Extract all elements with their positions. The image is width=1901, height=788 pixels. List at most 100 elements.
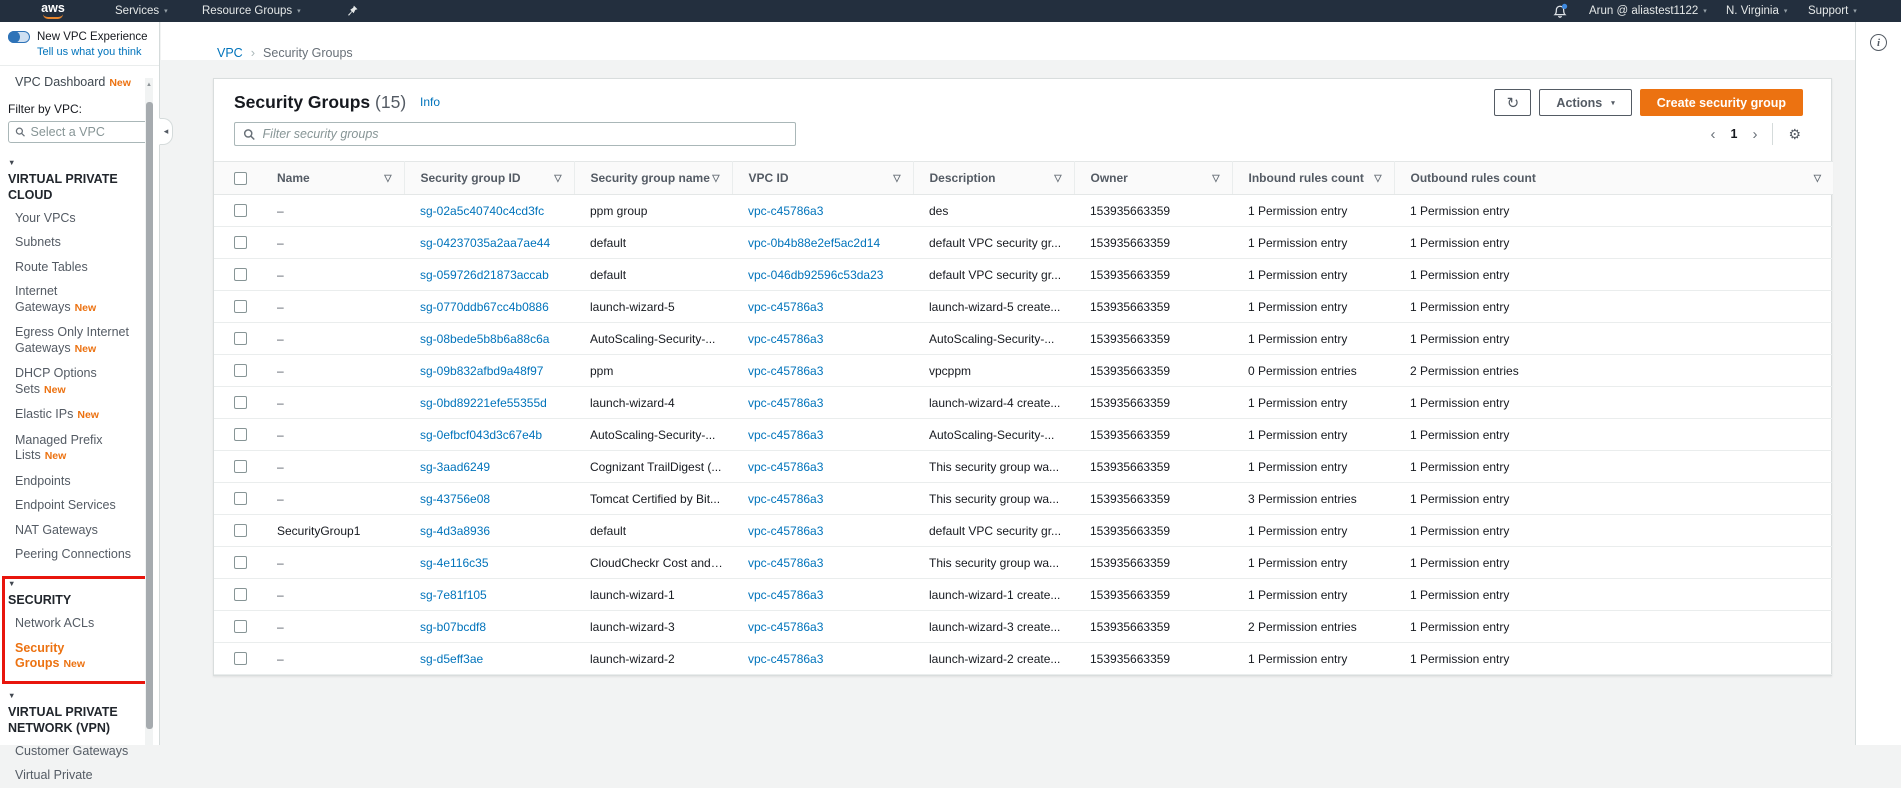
row-checkbox[interactable] bbox=[234, 556, 247, 569]
vpc-id-link[interactable]: vpc-c45786a3 bbox=[748, 460, 823, 474]
sidebar-item-vpc-dashboard[interactable]: VPC DashboardNew bbox=[0, 66, 159, 89]
sg-id-link[interactable]: sg-0bd89221efe55355d bbox=[420, 396, 547, 410]
gear-icon[interactable]: ⚙ bbox=[1788, 126, 1801, 143]
sg-id-link[interactable]: sg-0770ddb67cc4b0886 bbox=[420, 300, 549, 314]
column-header-outbound-rules-count[interactable]: Outbound rules count▽ bbox=[1394, 162, 1833, 195]
row-checkbox[interactable] bbox=[234, 332, 247, 345]
row-checkbox[interactable] bbox=[234, 364, 247, 377]
actions-button[interactable]: Actions ▾ bbox=[1539, 89, 1631, 116]
column-header-description[interactable]: Description▽ bbox=[913, 162, 1074, 195]
sidebar-item-egress-only-internet-gateways[interactable]: Egress Only Internet GatewaysNew bbox=[8, 321, 133, 362]
previous-page-icon[interactable]: ‹ bbox=[1710, 127, 1715, 142]
vpc-id-link[interactable]: vpc-c45786a3 bbox=[748, 588, 823, 602]
sidebar-item-route-tables[interactable]: Route Tables bbox=[8, 255, 133, 280]
sg-id-link[interactable]: sg-43756e08 bbox=[420, 492, 490, 506]
row-checkbox[interactable] bbox=[234, 300, 247, 313]
sg-id-link[interactable]: sg-4d3a8936 bbox=[420, 524, 490, 538]
sg-id-link[interactable]: sg-7e81f105 bbox=[420, 588, 487, 602]
row-checkbox[interactable] bbox=[234, 492, 247, 505]
vpc-id-link[interactable]: vpc-c45786a3 bbox=[748, 204, 823, 218]
nav-support-menu[interactable]: Support ▾ bbox=[1808, 0, 1857, 22]
filter-security-groups-input[interactable] bbox=[263, 127, 787, 141]
vpc-id-link[interactable]: vpc-0b4b88e2ef5ac2d14 bbox=[748, 236, 880, 250]
sg-id-link[interactable]: sg-02a5c40740c4cd3fc bbox=[420, 204, 544, 218]
sidebar-scrollbar[interactable]: ▲ bbox=[145, 78, 153, 745]
sidebar-item-virtual-private[interactable]: Virtual Private bbox=[8, 764, 133, 788]
row-checkbox[interactable] bbox=[234, 620, 247, 633]
sidebar-item-security-groups[interactable]: Security GroupsNew bbox=[8, 636, 133, 677]
create-security-group-button[interactable]: Create security group bbox=[1640, 89, 1803, 116]
filter-icon[interactable]: ▽ bbox=[384, 173, 391, 184]
nav-services-menu[interactable]: Services ▾ bbox=[115, 0, 168, 22]
sg-id-link[interactable]: sg-3aad6249 bbox=[420, 460, 490, 474]
info-link[interactable]: Info bbox=[420, 95, 440, 109]
row-checkbox[interactable] bbox=[234, 524, 247, 537]
sidebar-item-network-acls[interactable]: Network ACLs bbox=[8, 612, 133, 637]
nav-account-menu[interactable]: Arun @ aliastest1122 ▾ bbox=[1589, 0, 1707, 22]
select-all-checkbox[interactable] bbox=[234, 172, 247, 185]
nav-resource-groups-menu[interactable]: Resource Groups ▾ bbox=[202, 0, 301, 22]
notifications-bell[interactable] bbox=[1552, 3, 1570, 20]
section-collapse-caret[interactable]: ▼ bbox=[8, 158, 18, 167]
filter-icon[interactable]: ▽ bbox=[1814, 173, 1821, 184]
vpc-id-link[interactable]: vpc-c45786a3 bbox=[748, 300, 823, 314]
filter-icon[interactable]: ▽ bbox=[1374, 173, 1381, 184]
aws-logo[interactable]: aws bbox=[38, 2, 68, 19]
sidebar-item-nat-gateways[interactable]: NAT Gateways bbox=[8, 518, 133, 543]
sg-id-link[interactable]: sg-059726d21873accab bbox=[420, 268, 549, 282]
sidebar-item-your-vpcs[interactable]: Your VPCs bbox=[8, 206, 133, 231]
vpc-id-link[interactable]: vpc-c45786a3 bbox=[748, 556, 823, 570]
sidebar-item-subnets[interactable]: Subnets bbox=[8, 231, 133, 256]
row-checkbox[interactable] bbox=[234, 588, 247, 601]
vpc-id-link[interactable]: vpc-046db92596c53da23 bbox=[748, 268, 883, 282]
column-header-inbound-rules-count[interactable]: Inbound rules count▽ bbox=[1232, 162, 1394, 195]
current-page[interactable]: 1 bbox=[1730, 127, 1737, 141]
sg-id-link[interactable]: sg-08bede5b8b6a88c6a bbox=[420, 332, 549, 346]
vpc-id-link[interactable]: vpc-c45786a3 bbox=[748, 524, 823, 538]
next-page-icon[interactable]: › bbox=[1752, 127, 1757, 142]
section-collapse-caret[interactable]: ▼ bbox=[8, 579, 18, 588]
vpc-id-link[interactable]: vpc-c45786a3 bbox=[748, 428, 823, 442]
sidebar-item-dhcp-options-sets[interactable]: DHCP Options SetsNew bbox=[8, 362, 133, 403]
sg-id-link[interactable]: sg-09b832afbd9a48f97 bbox=[420, 364, 543, 378]
filter-icon[interactable]: ▽ bbox=[554, 173, 561, 184]
sidebar-item-customer-gateways[interactable]: Customer Gateways bbox=[8, 739, 133, 764]
sidebar-item-endpoints[interactable]: Endpoints bbox=[8, 469, 133, 494]
column-header-vpc-id[interactable]: VPC ID▽ bbox=[732, 162, 913, 195]
column-header-owner[interactable]: Owner▽ bbox=[1074, 162, 1232, 195]
row-checkbox[interactable] bbox=[234, 204, 247, 217]
nav-region-menu[interactable]: N. Virginia ▾ bbox=[1726, 0, 1787, 22]
scroll-up-icon[interactable]: ▲ bbox=[145, 82, 153, 88]
vpc-id-link[interactable]: vpc-c45786a3 bbox=[748, 396, 823, 410]
sidebar-item-internet-gateways[interactable]: Internet GatewaysNew bbox=[8, 280, 133, 321]
breadcrumb-vpc-link[interactable]: VPC bbox=[217, 46, 243, 60]
row-checkbox[interactable] bbox=[234, 460, 247, 473]
sidebar-collapse-toggle[interactable]: ◂ bbox=[159, 118, 173, 145]
row-checkbox[interactable] bbox=[234, 652, 247, 665]
sidebar-item-elastic-ips[interactable]: Elastic IPsNew bbox=[8, 403, 133, 429]
sg-id-link[interactable]: sg-d5eff3ae bbox=[420, 652, 483, 666]
row-checkbox[interactable] bbox=[234, 428, 247, 441]
nav-pin-shortcut[interactable] bbox=[347, 0, 358, 22]
sidebar-item-endpoint-services[interactable]: Endpoint Services bbox=[8, 494, 133, 519]
row-checkbox[interactable] bbox=[234, 236, 247, 249]
help-panel-toggle[interactable]: i bbox=[1870, 34, 1887, 51]
sidebar-item-peering-connections[interactable]: Peering Connections bbox=[8, 543, 133, 568]
filter-icon[interactable]: ▽ bbox=[1054, 173, 1061, 184]
filter-icon[interactable]: ▽ bbox=[893, 173, 900, 184]
vpc-id-link[interactable]: vpc-c45786a3 bbox=[748, 652, 823, 666]
vpc-id-link[interactable]: vpc-c45786a3 bbox=[748, 620, 823, 634]
scrollbar-thumb[interactable] bbox=[146, 102, 153, 729]
section-collapse-caret[interactable]: ▼ bbox=[8, 691, 18, 700]
sg-id-link[interactable]: sg-0efbcf043d3c67e4b bbox=[420, 428, 542, 442]
filter-icon[interactable]: ▽ bbox=[1212, 173, 1219, 184]
row-checkbox[interactable] bbox=[234, 396, 247, 409]
sg-id-link[interactable]: sg-b07bcdf8 bbox=[420, 620, 486, 634]
row-checkbox[interactable] bbox=[234, 268, 247, 281]
vpc-select-field[interactable] bbox=[31, 125, 144, 139]
column-header-name[interactable]: Name▽ bbox=[261, 162, 404, 195]
vpc-id-link[interactable]: vpc-c45786a3 bbox=[748, 364, 823, 378]
experience-feedback-link[interactable]: Tell us what you think bbox=[37, 46, 151, 58]
new-experience-toggle[interactable] bbox=[8, 31, 30, 43]
filter-icon[interactable]: ▽ bbox=[712, 173, 719, 184]
